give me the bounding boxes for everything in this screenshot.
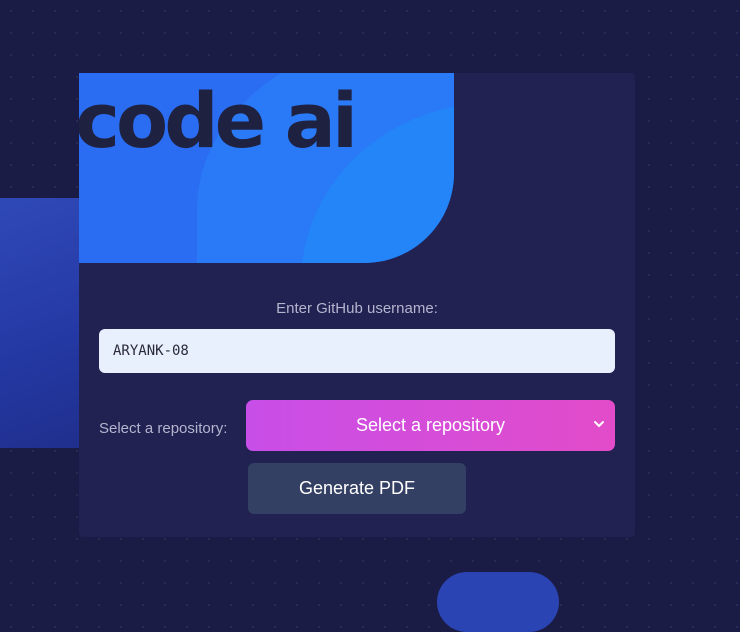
repo-select[interactable]: Select a repository bbox=[246, 400, 615, 451]
username-label: Enter GitHub username: bbox=[276, 300, 438, 317]
decorative-side-panel bbox=[0, 198, 82, 448]
generate-pdf-button[interactable]: Generate PDF bbox=[248, 463, 466, 514]
username-input[interactable] bbox=[99, 329, 615, 373]
decorative-bottom-shape bbox=[437, 572, 559, 632]
main-card: code ai Enter GitHub username: Select a … bbox=[79, 73, 635, 537]
logo-banner: code ai bbox=[79, 73, 454, 263]
repo-select-label: Select a repository: bbox=[99, 420, 228, 437]
chevron-down-icon bbox=[594, 421, 604, 427]
repo-select-value: Select a repository bbox=[355, 415, 506, 435]
logo-text: code ai bbox=[79, 76, 358, 165]
